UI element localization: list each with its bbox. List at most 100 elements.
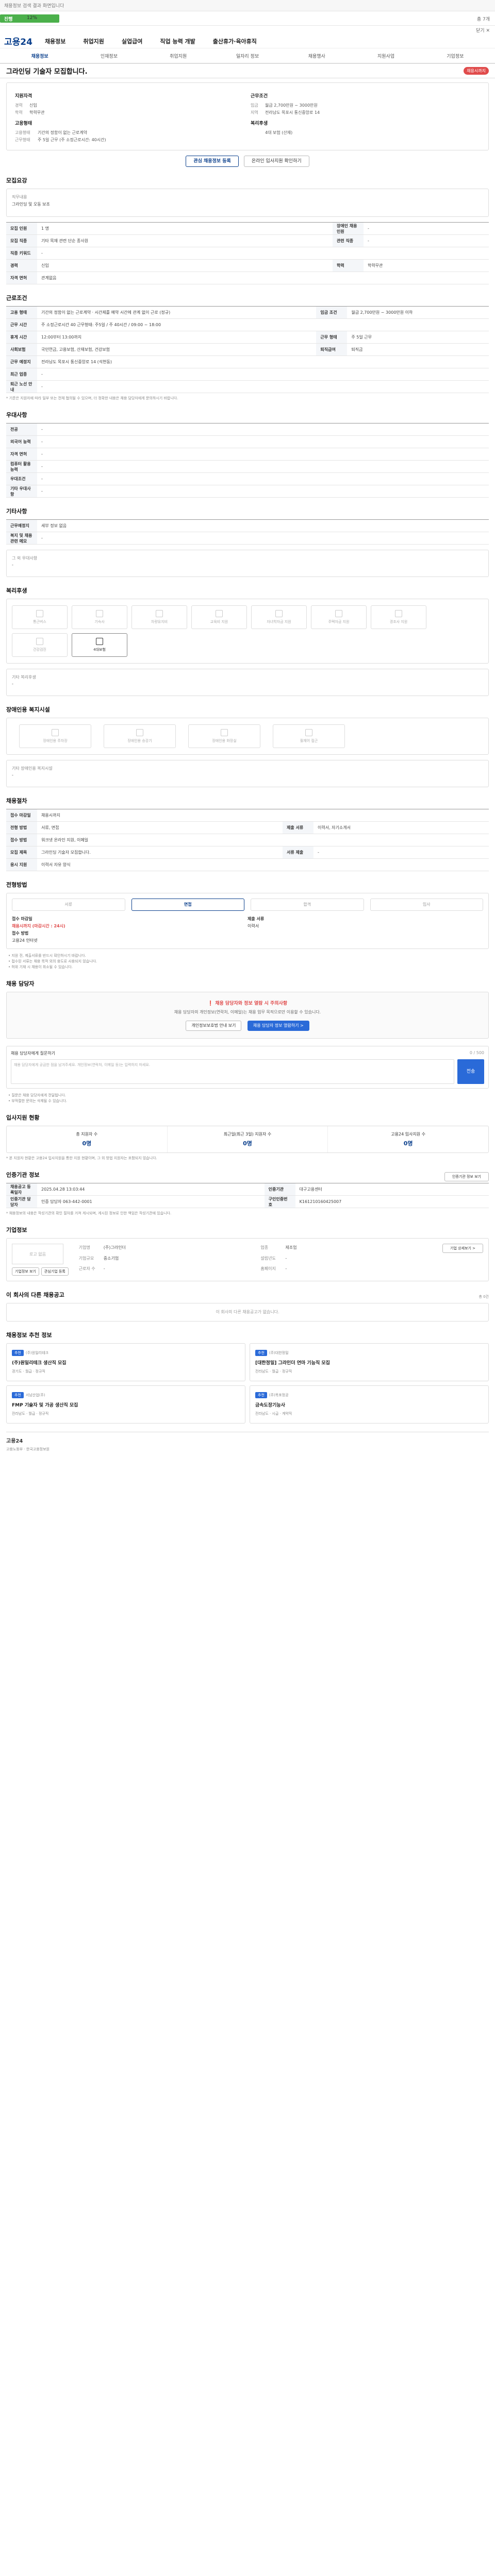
section-applicants: 입사지원 현황 총 지원자 수 0명 최근일(최근 3일) 지원자 수 0명 고용2… <box>6 1113 489 1161</box>
gnb-item[interactable]: 취업지원 <box>83 37 104 45</box>
welfare-icon <box>36 638 43 645</box>
welfare-label: 통근버스 <box>33 620 46 624</box>
table-cell: K161210160425007 <box>295 1195 489 1208</box>
table-row: 경력 신입 학력 학력무관 <box>6 259 489 272</box>
table-header-cell: 고용 형태 <box>6 306 37 319</box>
table-header-cell: 학력 <box>332 259 364 272</box>
welfare-label: 4대보험 <box>93 648 106 652</box>
recommend-card[interactable]: 추천 (주)목포정공 금속도장기능사 전라남도 · 시급 · 계약직 <box>250 1385 489 1423</box>
section-title: 근로조건 <box>6 295 27 301</box>
welfare-tile: 경조사 지원 <box>371 605 426 629</box>
table-row: 휴게 시간 12:00부터 13:00까지 근무 형태 주 5일 근무 <box>6 331 489 344</box>
bullet: • 지원 전, 제출서류를 반드시 확인하시기 바랍니다. <box>8 954 86 958</box>
table-row: 근무 시간 주 소정근로시간 40 근무형태: 주5일 / 주 40시간 / 09… <box>6 318 489 331</box>
section-same: 이 회사의 다른 채용공고 총 0건 이 회사의 다른 채용공고가 없습니다. <box>6 1291 489 1321</box>
stat-value: 0명 <box>243 1140 252 1147</box>
company-follow-button[interactable]: 관심기업 등록 <box>41 1267 69 1276</box>
section-extra: 기타사항 근무예정지 세부 정보 없음 복지 및 채용 관련 메모 - 그 외 우대사… <box>6 507 489 577</box>
save-button[interactable]: 관심 채용정보 등록 <box>186 156 239 167</box>
welfare-icon <box>395 610 402 617</box>
table-header-cell: 채용공고 등록일자 <box>6 1183 37 1196</box>
gnb-item[interactable]: 직업 능력 개발 <box>160 37 195 45</box>
apply-button[interactable]: 온라인 입사지원 확인하기 <box>243 156 309 167</box>
same-count: 총 0건 <box>478 1295 489 1299</box>
table-header-cell: 퇴근 노선 안내 <box>6 380 37 393</box>
bullet: • 허위 기재 시 채용이 취소될 수 있습니다. <box>8 965 73 969</box>
table-header-cell: 자격 면허 <box>6 272 37 284</box>
table-cell: 관계없음 <box>37 272 489 284</box>
card-value: - <box>12 563 13 567</box>
subnav-item[interactable]: 일자리 정보 <box>213 53 282 59</box>
recommend-tag: 추천 <box>255 1350 267 1356</box>
subnav-item[interactable]: 지원사업 <box>351 53 420 59</box>
recommend-meta: 전라남도 · 월급 · 정규직 <box>12 1412 49 1416</box>
welfare-tile: 통근버스 <box>12 605 68 629</box>
close-button[interactable]: 닫기 ✕ <box>476 28 490 33</box>
table-cell: 국민연금, 고용보험, 산재보험, 건강보험 <box>37 343 317 356</box>
subnav-item[interactable]: 채용정보 <box>5 53 74 59</box>
section-title: 장애인용 복지시설 <box>6 706 50 713</box>
disability-tile: 장애인용 화장실 <box>188 724 260 748</box>
applicants-note: * 본 지원자 현황은 고용24 입사지원을 통한 지원 현황이며, 그 외 방… <box>6 1156 157 1160</box>
view-contact-button[interactable]: 채용 담당자 정보 열람하기 > <box>247 1021 309 1031</box>
table-header-cell: 접수 마감일 <box>6 809 37 822</box>
question-input[interactable]: 채용 담당자에게 궁금한 점을 남겨주세요. 개인정보(연락처, 이메일 등)는… <box>11 1059 454 1084</box>
progress-total: 총 7개 <box>476 17 490 22</box>
kv-value: 월급 2,700만원 ~ 3000만원 <box>265 103 318 108</box>
table-header-cell: 임금 조건 <box>316 306 348 319</box>
section-recommend: 채용정보 추천 정보 추천 (주)원일리테크 (주)원일리테크 생산직 모집 경기도 … <box>6 1331 489 1423</box>
welfare-tile: 차량유지비 <box>131 605 187 629</box>
pinfo-value: 고용24 인터넷 <box>12 938 38 943</box>
table-cell: 워크넷 온라인 지원, 이메일 <box>37 834 489 846</box>
kv-key: 근로자 수 <box>78 1266 95 1272</box>
kv-value: 제조업 <box>285 1245 297 1250</box>
recommend-card[interactable]: 추천 (주)대한정밀 [대한정밀] 그라인더 연마 기능직 모집 전라남도 · 월급 … <box>250 1343 489 1381</box>
contact-notes: • 질문은 채용 담당자에게 전달됩니다. • 부적절한 문의는 삭제될 수 있… <box>8 1093 489 1104</box>
subnav-item[interactable]: 취업지원 <box>144 53 213 59</box>
kv-value: 주 5일 근무 (주 소정근로시간: 40시간) <box>38 138 106 142</box>
disability-tile: 휠체어 접근 <box>273 724 345 748</box>
progress-label: 진행 <box>4 17 13 22</box>
gnb-item[interactable]: 실업급여 <box>122 37 142 45</box>
table-cell: 신입 <box>37 259 333 272</box>
welfare-label: 건강검진 <box>33 648 46 652</box>
accessibility-icon <box>136 729 143 736</box>
welfare-icon <box>96 610 103 617</box>
company-detail-button[interactable]: 기업 상세보기 > <box>442 1244 483 1253</box>
recommend-card[interactable]: 추천 (주)원일리테크 (주)원일리테크 생산직 모집 경기도 · 월급 · 정규직 <box>6 1343 245 1381</box>
table-cell: - <box>313 846 489 859</box>
table-cell: 서류, 면접 <box>37 821 283 834</box>
table-header-cell: 전형 방법 <box>6 821 37 834</box>
section-title: 인증기관 정보 <box>6 1172 40 1178</box>
subnav-item[interactable]: 채용행사 <box>282 53 351 59</box>
pinfo-value: 이력서 <box>248 924 259 928</box>
section-job: 모집요강 직무내용 그라인딩 및 오동 보조 모집 인원 1 명 장애인 채용 인원… <box>6 176 489 284</box>
privacy-button[interactable]: 개인정보보호법 안내 보기 <box>186 1021 242 1031</box>
recommend-title: (주)원일리테크 생산직 모집 <box>12 1361 67 1366</box>
kv-key: 지역 <box>251 110 258 115</box>
table-row: 자격 면허 관계없음 <box>6 272 489 284</box>
table-cell: - <box>37 380 489 393</box>
site-logo[interactable]: 고용24 <box>4 35 32 47</box>
table-header-cell: 모집 제목 <box>6 846 37 859</box>
company-logo: 로고 없음 <box>12 1244 63 1264</box>
gnb-item[interactable]: 채용정보 <box>45 37 65 45</box>
welfare-icon <box>96 638 103 645</box>
gnb-item[interactable]: 출산휴가·육아휴직 <box>213 37 257 45</box>
recommend-meta: 전라남도 · 월급 · 정규직 <box>255 1369 292 1374</box>
footer-logo: 고용24 <box>6 1438 23 1444</box>
recommend-card[interactable]: 추천 서남산업(주) FMP 기술자 및 가공 생산직 모집 전라남도 · 월급 · … <box>6 1385 245 1423</box>
agency-button[interactable]: 인증기관 정보 보기 <box>444 1172 489 1181</box>
process-table: 접수 마감일 채용시까지 전형 방법 서류, 면접 제출 서류 이력서, 자기소개서 접수 … <box>6 809 489 871</box>
subnav-item[interactable]: 인재정보 <box>74 53 143 59</box>
process-step: 서류 <box>12 899 125 911</box>
table-header-cell: 구인인증번호 <box>264 1195 295 1208</box>
company-info-button[interactable]: 기업정보 보기 <box>12 1267 39 1276</box>
welfare-tile: 자녀학자금 지원 <box>251 605 307 629</box>
welfare-icon <box>156 610 163 617</box>
disability-label: 장애인용 화장실 <box>212 739 237 743</box>
pinfo-value: 채용시까지 (마감시간 : 24시) <box>12 924 65 928</box>
accessibility-icon <box>305 729 312 736</box>
subnav-item[interactable]: 기업정보 <box>421 53 490 59</box>
send-button[interactable]: 전송 <box>457 1059 484 1084</box>
